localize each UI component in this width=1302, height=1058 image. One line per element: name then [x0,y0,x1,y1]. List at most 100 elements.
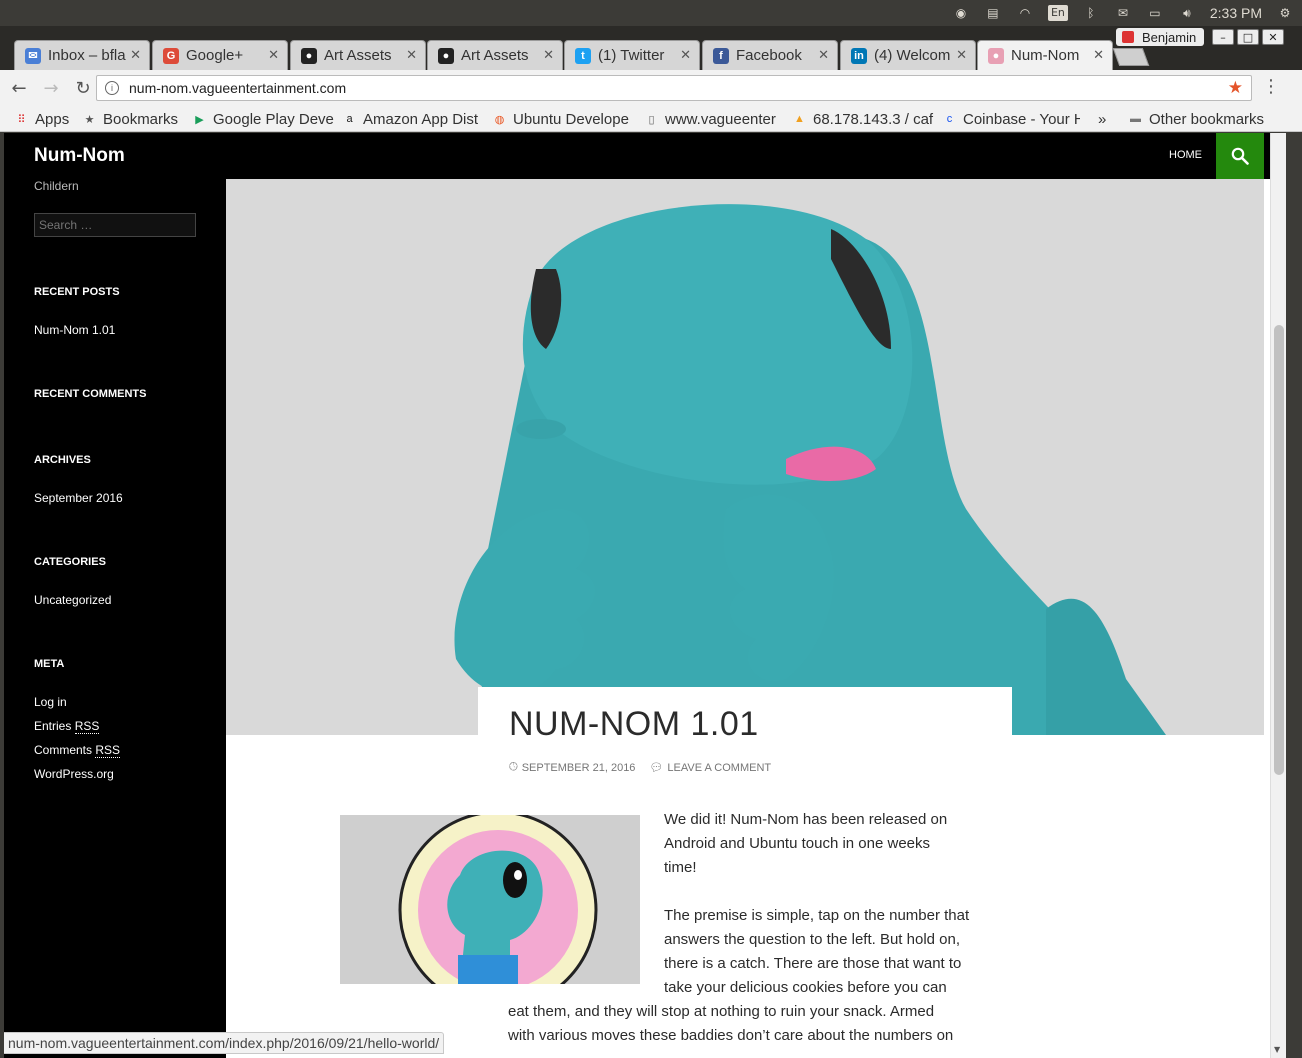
twitter-icon: t [575,47,591,64]
widget-title-recent-comments: RECENT COMMENTS [34,388,147,400]
bookmark-item[interactable]: ⠿ Apps [14,108,76,130]
minimize-button[interactable]: – [1212,29,1234,45]
bookmark-item[interactable]: ▬ Other bookmarks [1128,108,1278,130]
mail-icon[interactable]: ✉ [1114,5,1132,21]
address-bar[interactable]: i num-nom.vagueentertainment.com ★ [96,75,1252,101]
scrollbar-thumb[interactable] [1274,325,1284,775]
post-inline-image[interactable] [340,815,640,984]
browser-tab[interactable]: in (4) Welcom ✕ [840,40,976,70]
tab-close-icon[interactable]: ✕ [1093,47,1104,63]
clock-icon: 🕓︎ [509,761,518,773]
category-link[interactable]: Uncategorized [34,593,111,607]
browser-tab[interactable]: ● Art Assets ✕ [427,40,563,70]
site-favicon: ● [988,47,1004,64]
browser-tab[interactable]: ● Num-Nom ✕ [977,40,1113,70]
page-icon: ▯ [648,113,655,126]
bookmark-star-icon[interactable]: ★ [1228,78,1243,98]
google-play-icon: ▶ [195,113,204,126]
page-scrollbar[interactable]: ▼ [1270,133,1286,1058]
bookmarks-overflow-button[interactable]: » [1098,108,1114,130]
bookmark-item[interactable]: c Coinbase - Your H [942,108,1080,130]
entry-meta: 🕓︎ SEPTEMBER 21, 2016 💬︎ LEAVE A COMMENT [509,761,771,774]
archive-link[interactable]: September 2016 [34,491,123,505]
back-button[interactable]: ← [6,75,32,101]
profile-button[interactable]: Benjamin [1116,28,1204,46]
nav-home-link[interactable]: HOME [1169,149,1202,161]
featured-image[interactable] [226,179,1264,735]
post-title[interactable]: NUM-NOM 1.01 [509,705,759,744]
battery-icon[interactable]: ▭ [1146,5,1164,21]
new-tab-button[interactable] [1112,48,1150,66]
widget-title-recent-posts: RECENT POSTS [34,286,120,298]
recent-post-link[interactable]: Num-Nom 1.01 [34,323,115,337]
leave-comment-label: LEAVE A COMMENT [667,761,772,774]
paragraph-line: The premise is simple, tap on the number… [664,907,970,924]
tab-close-icon[interactable]: ✕ [268,47,279,63]
browser-tab[interactable]: ● Art Assets ✕ [290,40,426,70]
post-date-link[interactable]: 🕓︎ SEPTEMBER 21, 2016 [509,761,635,774]
post-paragraph-2-continued: eat them, and they will stop at nothing … [508,1000,953,1048]
tab-close-icon[interactable]: ✕ [130,47,141,63]
bookmark-label: Coinbase - Your H [963,110,1080,128]
sidebar-search-input[interactable] [34,213,196,237]
profile-avatar-icon [1122,31,1134,43]
post-paragraph-1: We did it! Num-Nom has been released on … [664,808,947,880]
bookmark-item[interactable]: ▲ 68.178.143.3 / caf [792,108,934,130]
bookmark-item[interactable]: a Amazon App Dist [342,108,484,130]
forward-button[interactable]: → [38,75,64,101]
phpmyadmin-icon: ▲ [794,113,805,125]
post-paragraph-2: The premise is simple, tap on the number… [664,904,969,1000]
wifi-icon[interactable]: ◠ [1016,5,1034,21]
meta-wordpress-link[interactable]: WordPress.org [34,767,114,781]
tab-close-icon[interactable]: ✕ [406,47,417,63]
browser-tab[interactable]: t (1) Twitter ✕ [564,40,700,70]
clipboard-icon[interactable]: ▤ [984,5,1002,21]
paragraph-line: there is a catch. There are those that w… [664,955,962,972]
reload-button[interactable]: ↻ [70,75,96,101]
entry-header: NUM-NOM 1.01 [478,687,1012,747]
meta-login-link[interactable]: Log in [34,695,67,709]
bookmark-item[interactable]: ◍ Ubuntu Develope [492,108,634,130]
tab-close-icon[interactable]: ✕ [956,47,967,63]
settings-gear-icon[interactable]: ⚙ [1276,5,1294,21]
bookmark-item[interactable]: ▯ www.vagueenter [644,108,784,130]
folder-icon: ▬ [1130,113,1141,125]
tab-close-icon[interactable]: ✕ [818,47,829,63]
site-info-icon[interactable]: i [105,81,119,95]
browser-tab[interactable]: ✉ Inbox – bfla ✕ [14,40,150,70]
tab-close-icon[interactable]: ✕ [680,47,691,63]
volume-icon[interactable]: 🔊︎ [1178,5,1196,21]
apps-grid-icon: ⠿ [17,113,26,126]
profile-name: Benjamin [1142,29,1197,45]
browser-tab[interactable]: f Facebook ✕ [702,40,838,70]
facebook-icon: f [713,47,729,64]
meta-entries-rss-link[interactable]: Entries RSS [34,719,100,734]
bookmark-item[interactable]: ▶ Google Play Deve [192,108,334,130]
page-viewport: Num-Nom HOME Childern RECENT POSTS Num-N… [4,133,1270,1058]
post-date: SEPTEMBER 21, 2016 [521,761,636,774]
chrome-menu-icon[interactable]: ⋮ [1262,76,1280,97]
widget-title-meta: META [34,658,65,670]
site-title[interactable]: Num-Nom [34,145,125,167]
github-icon: ● [438,47,454,64]
os-top-panel: ◉ ▤ ◠ En ᛒ ✉ ▭ 🔊︎ 2:33 PM ⚙ [0,0,1302,26]
search-toggle-button[interactable] [1216,133,1264,179]
clock[interactable]: 2:33 PM [1210,5,1262,21]
close-window-button[interactable]: ✕ [1262,29,1284,45]
maximize-button[interactable]: □ [1237,29,1259,45]
bluetooth-icon[interactable]: ᛒ [1082,5,1100,21]
bookmark-item[interactable]: ★ Bookmarks [82,108,186,130]
coinbase-icon: c [946,113,953,125]
browser-tab[interactable]: G Google+ ✕ [152,40,288,70]
tab-close-icon[interactable]: ✕ [543,47,554,63]
paragraph-line: eat them, and they will stop at nothing … [508,1003,935,1020]
discord-icon[interactable]: ◉ [952,5,970,21]
bookmark-label: www.vagueenter [665,110,776,128]
keyboard-language-indicator[interactable]: En [1047,5,1068,21]
meta-comments-rss-link[interactable]: Comments RSS [34,743,121,758]
bookmark-label: Bookmarks [103,110,179,128]
scroll-down-arrow-icon[interactable]: ▼ [1274,1045,1280,1054]
ubuntu-icon: ◍ [494,113,505,126]
leave-comment-link[interactable]: 💬︎ LEAVE A COMMENT [649,761,772,775]
widget-title-categories: CATEGORIES [34,556,106,568]
